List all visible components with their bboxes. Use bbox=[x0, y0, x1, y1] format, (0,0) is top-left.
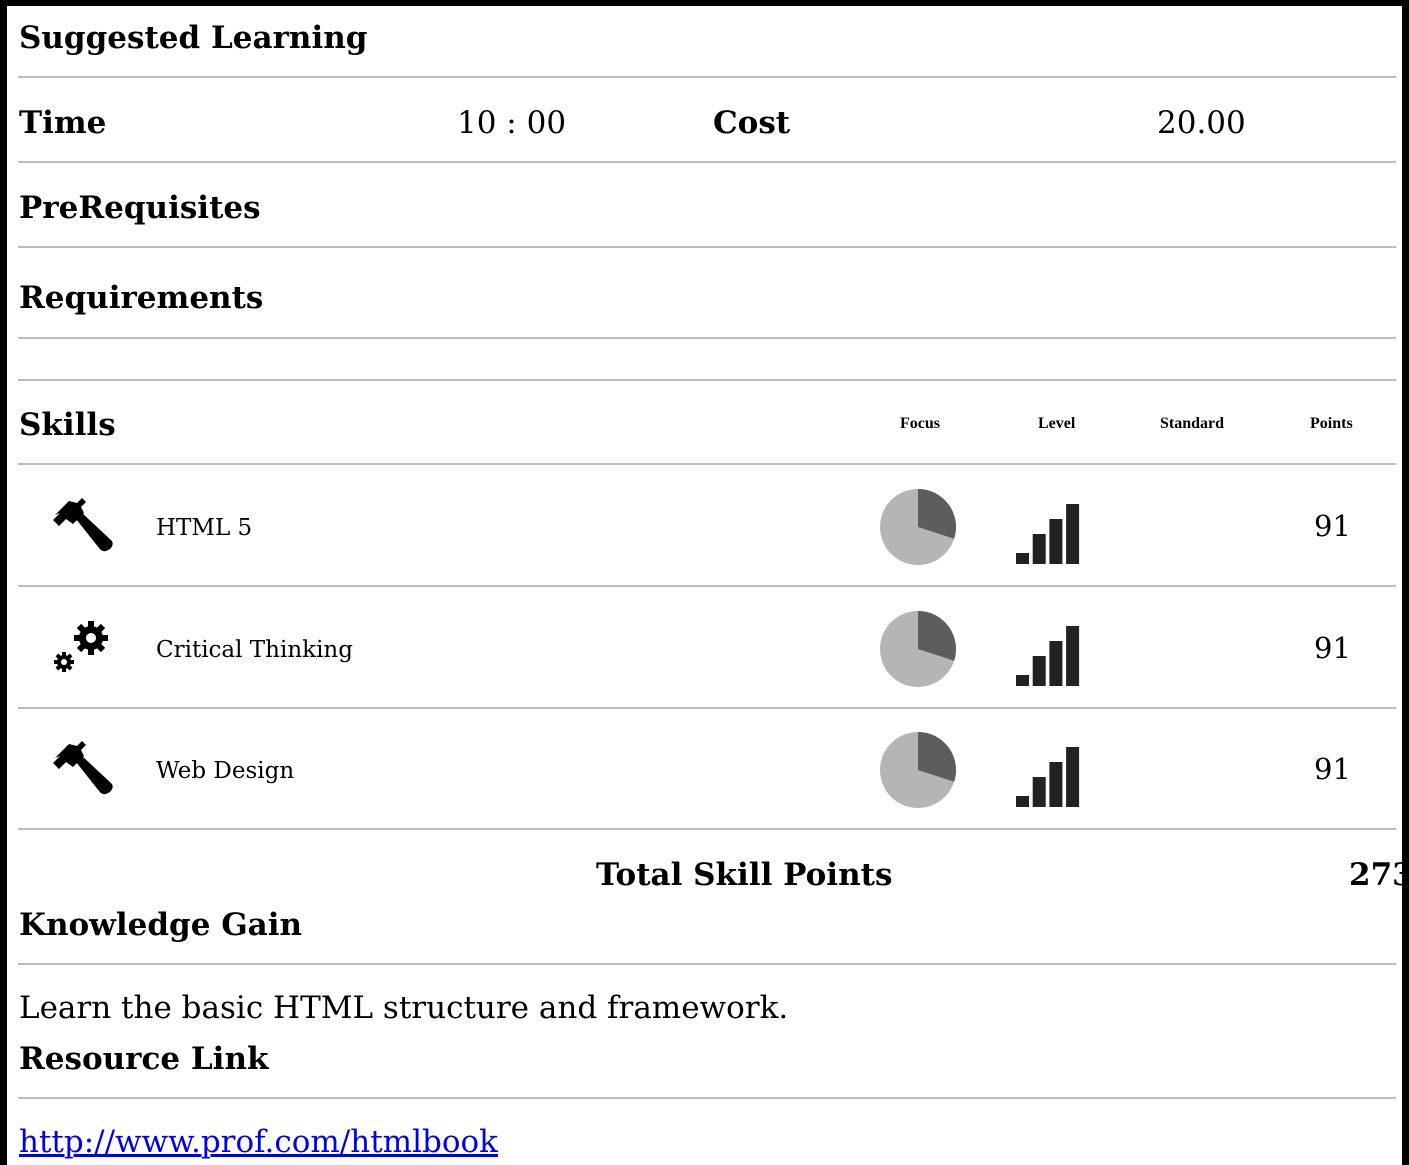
skill-points: 91 bbox=[1314, 752, 1351, 786]
time-value: 10 : 00 bbox=[457, 105, 567, 141]
level-bar bbox=[1049, 641, 1063, 686]
skill-name: HTML 5 bbox=[156, 515, 253, 541]
gears-icon bbox=[54, 621, 108, 672]
divider bbox=[18, 161, 1396, 163]
column-header-focus: Focus bbox=[900, 415, 940, 432]
time-label: Time bbox=[19, 105, 107, 141]
focus-pie-chart bbox=[880, 489, 956, 565]
column-header-level: Level bbox=[1038, 415, 1076, 432]
level-bar bbox=[1049, 762, 1063, 807]
level-bars-icon bbox=[1016, 747, 1080, 807]
level-bars-icon bbox=[1016, 626, 1080, 686]
column-header-standard: Standard bbox=[1160, 415, 1225, 432]
level-bar bbox=[1066, 626, 1080, 686]
skills-heading: Skills bbox=[19, 407, 116, 443]
level-bar bbox=[1066, 504, 1080, 564]
cost-label: Cost bbox=[713, 105, 791, 141]
divider bbox=[18, 585, 1396, 587]
skill-name: Critical Thinking bbox=[156, 637, 353, 663]
requirements-heading: Requirements bbox=[19, 280, 264, 316]
divider bbox=[18, 379, 1396, 381]
hammer-icon bbox=[53, 741, 113, 795]
focus-pie-chart bbox=[880, 611, 956, 687]
level-bar bbox=[1016, 675, 1029, 686]
divider bbox=[18, 337, 1396, 339]
level-bar bbox=[1016, 796, 1029, 807]
divider bbox=[18, 1097, 1396, 1099]
skill-points: 91 bbox=[1314, 631, 1351, 665]
cost-value: 20.00 bbox=[1157, 105, 1246, 141]
resource-link[interactable]: http://www.prof.com/htmlbook bbox=[19, 1127, 498, 1158]
focus-pie-chart bbox=[880, 732, 956, 808]
knowledge-gain-heading: Knowledge Gain bbox=[19, 907, 303, 943]
level-bar bbox=[1049, 519, 1063, 564]
divider bbox=[18, 828, 1396, 830]
divider bbox=[18, 963, 1396, 965]
prerequisites-heading: PreRequisites bbox=[19, 190, 261, 226]
level-bar bbox=[1032, 656, 1046, 686]
level-bars-icon bbox=[1016, 504, 1080, 564]
divider bbox=[18, 246, 1396, 248]
page-title: Suggested Learning bbox=[19, 20, 368, 56]
level-bar bbox=[1032, 777, 1046, 807]
skill-points: 91 bbox=[1314, 509, 1351, 543]
resource-link-heading: Resource Link bbox=[19, 1041, 269, 1077]
total-skill-points-label: Total Skill Points bbox=[596, 857, 893, 893]
total-skill-points-value: 273 bbox=[1349, 857, 1409, 893]
knowledge-gain-text: Learn the basic HTML structure and frame… bbox=[19, 990, 789, 1026]
skill-name: Web Design bbox=[156, 758, 295, 784]
level-bar bbox=[1016, 553, 1029, 564]
column-header-points: Points bbox=[1310, 415, 1353, 432]
level-bar bbox=[1032, 534, 1046, 564]
level-bar bbox=[1066, 747, 1080, 807]
hammer-icon bbox=[53, 498, 113, 552]
divider bbox=[18, 707, 1396, 709]
divider bbox=[18, 463, 1396, 465]
divider bbox=[18, 76, 1396, 78]
